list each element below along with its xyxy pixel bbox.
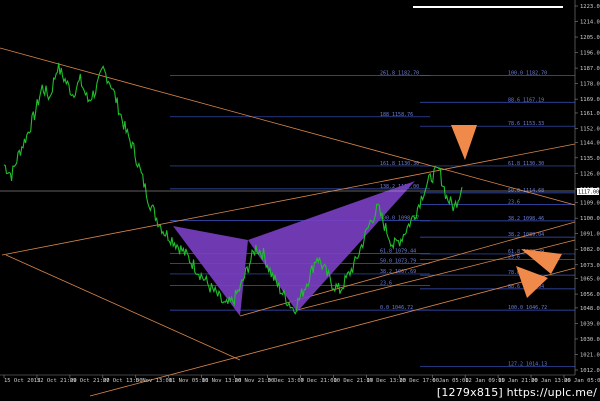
y-tick-label: 1161.00 (580, 111, 600, 117)
y-tick-label: 1082.00 (580, 247, 600, 253)
y-tick-label: 1135.00 (580, 156, 600, 162)
fib-level-label-right: 23.6 (508, 199, 520, 205)
fib-level-label: 50.0 1073.79 (380, 258, 416, 264)
fib-level-label-right: 100.0 1046.72 (508, 305, 547, 311)
y-tick-label: 1012.00 (580, 368, 600, 374)
y-tick-label: 1196.00 (580, 51, 600, 57)
fib-level-label: 261.8 1182.70 (380, 71, 419, 77)
y-tick-label: 1214.00 (580, 20, 600, 26)
price-chart[interactable]: 261.8 1182.70161.8 1130.30138.2 1117.001… (0, 0, 600, 401)
y-tick-label: 1056.00 (580, 292, 600, 298)
y-tick-label: 1126.00 (580, 171, 600, 177)
y-tick-label: 1100.00 (580, 216, 600, 222)
y-tick-label: 1073.00 (580, 263, 600, 269)
x-tick-label: 7 Dec 21:00 (300, 378, 336, 384)
y-tick-label: 1109.00 (580, 201, 600, 207)
fib-level-label: 100.0 1098.57 (380, 216, 419, 222)
fib-level-label-right: 38.2 1089.04 (508, 232, 544, 238)
y-tick-label: 1152.00 (580, 126, 600, 132)
fib-level-label-right: 127.2 1014.13 (508, 361, 547, 367)
x-tick-label: 6 Jan 05:00 (432, 378, 468, 384)
y-tick-label: 1187.00 (580, 66, 600, 72)
fib-level-label-right: 100.0 1182.70 (508, 71, 547, 77)
watermark-text: [1279x815] https://uplc.me/ (436, 386, 597, 399)
y-tick-label: 1178.00 (580, 82, 600, 88)
fib-level-label-right: 61.8 1130.30 (508, 161, 544, 167)
y-tick-label: 1144.00 (580, 140, 600, 146)
fib-level-label: 188 1158.76 (380, 112, 413, 118)
x-tick-label: 26 Jan 05:00 (564, 378, 600, 384)
fib-level-label: 61.8 1079.44 (380, 249, 416, 255)
current-price-label: 1117.00 (578, 190, 599, 196)
fib-level-label-right: 78.6 1153.33 (508, 121, 544, 127)
y-tick-label: 1048.00 (580, 306, 600, 312)
y-tick-label: 1021.00 (580, 352, 600, 358)
x-tick-label: 15 Oct 2015 (4, 378, 40, 384)
x-tick-label: 5 Nov 13:00 (136, 378, 172, 384)
fib-level-label-right: 88.6 1167.19 (508, 97, 544, 103)
fib-level-label-right: 38.2 1098.46 (508, 216, 544, 222)
fib-level-label: 161.8 1130.30 (380, 161, 419, 167)
fib-level-label: 0.0 1046.72 (380, 305, 413, 311)
y-tick-label: 1223.00 (580, 4, 600, 10)
y-tick-label: 1065.00 (580, 277, 600, 283)
y-tick-label: 1205.00 (580, 35, 600, 41)
chart-top-line (413, 6, 563, 8)
y-tick-label: 1030.00 (580, 337, 600, 343)
fib-level-label: 23.6 (380, 280, 392, 286)
y-tick-label: 1169.00 (580, 97, 600, 103)
y-tick-label: 1039.00 (580, 321, 600, 327)
y-tick-label: 1091.00 (580, 232, 600, 238)
x-tick-label: 3 Dec 13:00 (268, 378, 304, 384)
